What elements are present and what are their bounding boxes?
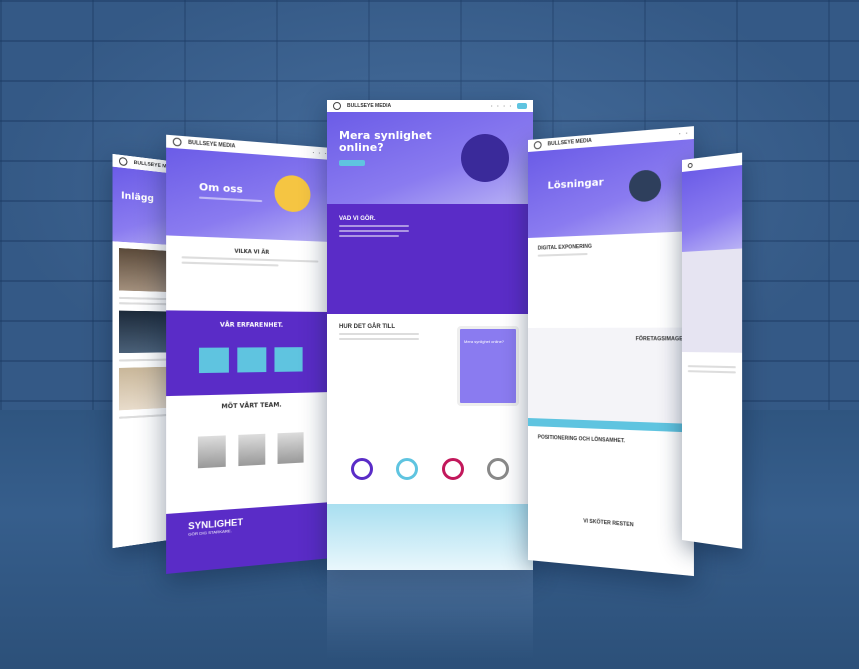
text-line [339, 338, 419, 340]
section-title: MÖT VÅRT TEAM. [221, 401, 282, 411]
experience-section: VÅR ERFARENHET. [166, 310, 332, 397]
process-section: HUR DET GÅR TILL Mera synlighet online? [327, 314, 533, 434]
globe-illustration-icon [629, 169, 662, 203]
text-line [687, 370, 736, 374]
team-photos [182, 432, 319, 470]
team-member-photo [197, 435, 226, 469]
brand-name: BULLSEYE MEDIA [188, 139, 236, 150]
hero-section: Om oss [166, 147, 332, 242]
section-title: VAD VI GÖR. [339, 216, 376, 222]
text-line [339, 230, 409, 232]
feature-boxes [182, 347, 319, 374]
team-section: MÖT VÅRT TEAM. [166, 392, 332, 514]
page-mockup-solutions: BULLSEYE MEDIA • • Lösningar DIGITAL EXPO… [528, 126, 694, 577]
floor-reflection [327, 570, 533, 660]
nav-cta-button[interactable]: ​ [517, 103, 527, 109]
mockup-stage: BULLSEYE MEDIA Inlägg BULLSEYE MEDIA • • •… [0, 0, 859, 669]
text-line [339, 235, 399, 237]
section-title: VÅR ERFARENHET. [219, 321, 284, 329]
marketing-illustration-icon [461, 134, 509, 182]
page-mockup-about: BULLSEYE MEDIA • • • Om oss VILKA VI ÄR VÅ… [166, 134, 332, 574]
testimonial-section [327, 504, 533, 570]
text-line [198, 196, 263, 203]
text-line [537, 252, 588, 257]
hero-section: Mera synlighet online? [327, 112, 533, 204]
section-title: POSITIONERING OCH LÖNSAMHET. [537, 434, 625, 445]
stat-circle [441, 458, 464, 480]
stat-circle [487, 458, 510, 480]
section-title: DIGITAL EXPONERING [537, 243, 592, 252]
services-section: VAD VI GÖR. [327, 204, 533, 314]
nav-menu: • • • • [491, 104, 511, 108]
positioning-section: POSITIONERING OCH LÖNSAMHET. [528, 426, 694, 518]
contact-section [682, 352, 742, 415]
text-line [339, 225, 409, 227]
stats-section [327, 434, 533, 504]
text-line [687, 365, 736, 369]
feature-box [274, 347, 303, 372]
team-member-photo [277, 432, 304, 464]
text-line [339, 333, 419, 335]
bullseye-logo-icon [333, 102, 341, 110]
page-mockup-contact [682, 152, 743, 549]
laptop-illustration-icon [274, 174, 311, 213]
stat-circle [396, 458, 419, 480]
section-title: VI SKÖTER RESTEN [583, 518, 634, 529]
nav-menu: • • [679, 130, 688, 136]
hero-title-line: online? [339, 141, 384, 154]
feature-box [198, 347, 229, 374]
brand-name: BULLSEYE MEDIA [547, 137, 592, 148]
exposure-section: DIGITAL EXPONERING [528, 231, 694, 328]
text-line [181, 261, 279, 267]
cta-banner: SYNLIGHET GÖR DIG STARKARE. [166, 502, 332, 574]
rest-section: VI SKÖTER RESTEN [528, 506, 694, 576]
brand-name: BULLSEYE MEDIA [347, 103, 392, 109]
stat-circle [350, 458, 373, 480]
section-title: FÖRETAGSIMAGE [635, 336, 683, 343]
bullseye-logo-icon [172, 137, 182, 147]
nav-menu: • • • [312, 150, 327, 156]
page-header: BULLSEYE MEDIA •••• ​ [327, 100, 533, 112]
image-section: FÖRETAGSIMAGE [528, 327, 694, 424]
bullseye-logo-icon [687, 162, 693, 168]
map-section [682, 248, 743, 353]
team-member-photo [238, 433, 266, 467]
tablet-title: Mera synlighet online? [464, 339, 505, 344]
feature-box [237, 347, 267, 373]
page-mockup-home: BULLSEYE MEDIA •••• ​ Mera synlighet onl… [327, 100, 533, 570]
bullseye-logo-icon [533, 140, 542, 150]
bullseye-logo-icon [118, 156, 128, 167]
about-section: VILKA VI ÄR [166, 235, 332, 312]
hero-section: Lösningar [528, 138, 694, 238]
hero-cta-button[interactable] [339, 160, 365, 166]
tablet-mockup: Mera synlighet online? [457, 326, 519, 406]
hero-section [682, 165, 743, 252]
